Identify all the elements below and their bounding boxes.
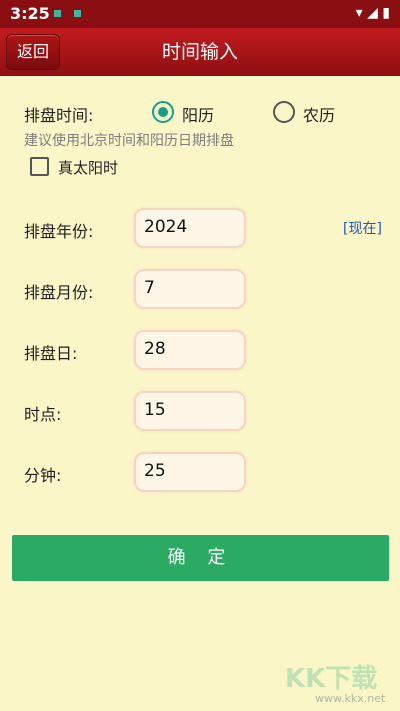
true-solar-time-checkbox[interactable]: [30, 157, 49, 176]
status-bar: 3:25 ▾ ◢ ▮: [0, 0, 400, 28]
back-button[interactable]: 返回: [6, 34, 60, 70]
lunar-calendar-radio[interactable]: [273, 101, 295, 123]
day-label: 排盘日:: [24, 344, 78, 363]
month-value: 7: [144, 278, 155, 298]
month-input[interactable]: 7: [134, 269, 246, 309]
status-time: 3:25: [10, 4, 50, 23]
confirm-button[interactable]: 确 定: [12, 535, 389, 581]
hour-value: 15: [144, 400, 166, 420]
day-value: 28: [144, 339, 166, 359]
true-solar-time-label[interactable]: 真太阳时: [58, 157, 118, 178]
minute-label: 分钟:: [24, 466, 62, 485]
solar-calendar-radio[interactable]: [152, 101, 174, 123]
year-input[interactable]: 2024: [134, 208, 246, 248]
year-value: 2024: [144, 217, 188, 237]
time-label: 排盘时间:: [24, 106, 94, 125]
lunar-calendar-label[interactable]: 农历: [303, 102, 335, 126]
solar-calendar-label[interactable]: 阳历: [182, 102, 214, 126]
notification-icon: [74, 10, 81, 17]
system-status-icons: ▾ ◢ ▮: [355, 5, 390, 21]
year-label: 排盘年份:: [24, 222, 94, 241]
notification-icon: [54, 10, 61, 17]
minute-value: 25: [144, 461, 166, 481]
calendar-hint: 建议使用北京时间和阳历日期排盘: [24, 133, 234, 149]
month-label: 排盘月份:: [24, 283, 94, 302]
app-header: 时间输入 返回: [0, 28, 400, 76]
now-link[interactable]: [现在]: [343, 218, 382, 238]
watermark-url: www.kkx.net: [315, 692, 386, 705]
hour-input[interactable]: 15: [134, 391, 246, 431]
hour-label: 时点:: [24, 405, 62, 424]
day-input[interactable]: 28: [134, 330, 246, 370]
page-title: 时间输入: [161, 41, 238, 63]
watermark-logo: KK下载: [285, 664, 378, 694]
minute-input[interactable]: 25: [134, 452, 246, 492]
